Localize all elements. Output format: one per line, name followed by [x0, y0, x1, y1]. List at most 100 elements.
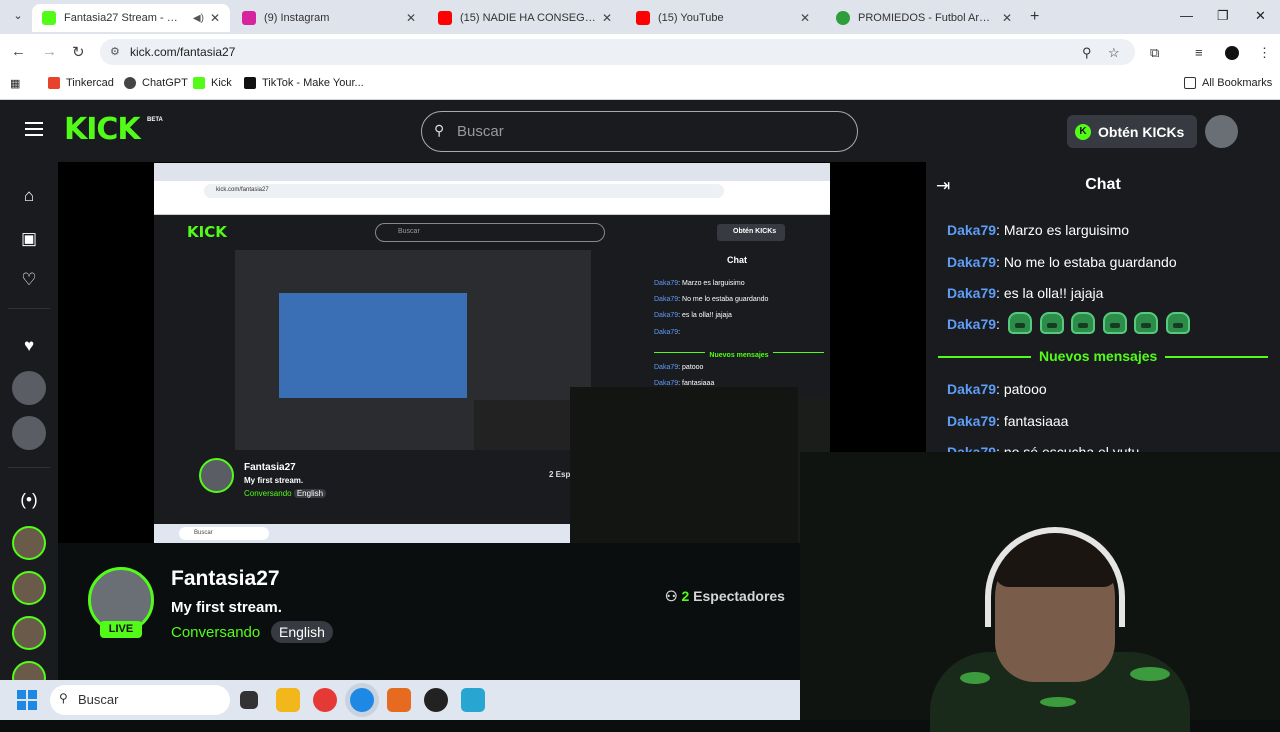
close-tab-icon[interactable]: ✕ — [1002, 11, 1012, 25]
nested-kicks-button: Obtén KICKs — [717, 224, 785, 241]
obs-icon[interactable] — [424, 688, 448, 712]
bookmark-tiktok[interactable]: TikTok - Make Your... — [244, 77, 364, 89]
webcam-overlay — [800, 452, 1280, 732]
chat-username[interactable]: Daka79 — [947, 285, 996, 301]
restore-icon[interactable]: ❐ — [1217, 8, 1229, 24]
tab-instagram[interactable]: (9) Instagram ✕ — [232, 4, 426, 32]
extensions-icon[interactable]: ⧉ — [1150, 45, 1159, 61]
zoom-icon[interactable]: ⚲ — [1082, 45, 1092, 61]
edge-icon[interactable] — [350, 688, 374, 712]
get-kicks-button[interactable]: K Obtén KICKs — [1067, 115, 1197, 148]
media-icon[interactable]: ≡ — [1195, 45, 1203, 60]
followed-channel-avatar[interactable] — [12, 416, 46, 450]
bookmark-kick[interactable]: Kick — [193, 77, 232, 89]
close-tab-icon[interactable]: ✕ — [406, 11, 416, 25]
tinkercad-icon — [48, 77, 60, 89]
tab-promiedos[interactable]: PROMIEDOS - Futbol Argentino ✕ — [826, 4, 1022, 32]
taskbar-search-label: Buscar — [78, 692, 119, 707]
tab-search-icon[interactable]: ⌄ — [9, 9, 27, 25]
followed-heart-icon[interactable]: ♥ — [19, 336, 39, 356]
nested-webcam — [474, 400, 574, 450]
tab-title: (9) Instagram — [264, 12, 330, 24]
all-bookmarks[interactable]: All Bookmarks — [1184, 77, 1272, 89]
chat-username[interactable]: Daka79 — [947, 316, 996, 332]
task-view-icon[interactable] — [240, 691, 258, 709]
kick-icon — [193, 77, 205, 89]
language-tag[interactable]: English — [271, 621, 333, 643]
new-messages-label[interactable]: Nuevos mensajes — [1031, 348, 1166, 364]
followed-channel-avatar[interactable] — [12, 371, 46, 405]
store-icon[interactable] — [387, 688, 411, 712]
chat-message: Daka79: patooo — [947, 381, 1047, 397]
chat-username[interactable]: Daka79 — [947, 222, 996, 238]
minimize-icon[interactable]: — — [1180, 8, 1193, 23]
url-text: kick.com/fantasia27 — [130, 45, 236, 59]
close-window-icon[interactable]: ✕ — [1255, 8, 1266, 24]
profile-icon[interactable] — [1225, 46, 1239, 60]
tab-youtube[interactable]: (15) YouTube ✕ — [626, 4, 820, 32]
all-bookmarks-label: All Bookmarks — [1202, 77, 1273, 89]
menu-icon[interactable]: ⋮ — [1258, 45, 1271, 61]
search-icon: ⚲ — [434, 122, 445, 138]
chat-username[interactable]: Daka79 — [947, 381, 996, 397]
bookmark-chatgpt[interactable]: ChatGPT — [124, 77, 188, 89]
reload-icon[interactable]: ↻ — [72, 43, 85, 61]
back-icon[interactable]: ← — [11, 43, 26, 60]
nested-search: Buscar — [375, 223, 605, 242]
tab-kick[interactable]: Fantasia27 Stream - Watch ◀) ✕ — [32, 4, 230, 32]
new-tab-icon[interactable]: + — [1030, 8, 1039, 26]
beta-label: BETA — [147, 117, 163, 123]
user-avatar[interactable] — [1205, 115, 1238, 148]
channel-name[interactable]: Fantasia27 — [171, 567, 280, 591]
stream-category[interactable]: Conversando — [171, 624, 260, 641]
bookmark-tinkercad[interactable]: Tinkercad — [48, 77, 114, 89]
viewer-count: ⚇ 2 Espectadores — [665, 588, 785, 605]
apps-icon[interactable]: ▦ — [10, 77, 20, 90]
close-tab-icon[interactable]: ✕ — [800, 11, 810, 25]
kick-logo[interactable]: KICK — [64, 112, 141, 147]
recommended-channel-avatar[interactable] — [12, 526, 46, 560]
recommended-channel-avatar[interactable] — [12, 616, 46, 650]
chat-message: Daka79: no sé escucha el yutu — [947, 444, 1139, 452]
bookmark-label: ChatGPT — [142, 77, 188, 89]
forward-icon[interactable]: → — [42, 43, 57, 60]
app-icon[interactable] — [461, 688, 485, 712]
speaker-icon[interactable]: ◀) — [193, 13, 204, 24]
following-heart-icon[interactable]: ♡ — [19, 270, 39, 290]
kicks-icon: K — [1075, 123, 1091, 140]
nested-channel-info: Fantasia27 My first stream. Conversando … — [199, 458, 608, 518]
chat-username[interactable]: Daka79 — [947, 413, 996, 429]
nested-chat-message: Daka79: fantasiaaa — [654, 380, 715, 387]
emote-row — [1008, 312, 1197, 334]
webcam-overlay-small — [570, 387, 798, 543]
browse-icon[interactable]: ▣ — [19, 229, 39, 249]
windows-start-icon[interactable] — [17, 690, 37, 710]
recommended-channel-avatar[interactable] — [12, 571, 46, 605]
emote-icon — [1008, 312, 1032, 334]
taskbar-search[interactable]: ⚲ Buscar — [50, 685, 230, 715]
url-field[interactable]: ⚙ kick.com/fantasia27 — [100, 39, 1135, 65]
emote-icon — [1071, 312, 1095, 334]
hamburger-menu-icon[interactable] — [25, 122, 43, 136]
chat-message: Daka79: Marzo es larguisimo — [947, 222, 1129, 238]
chat-message: Daka79: es la olla!! jajaja — [947, 285, 1103, 301]
viewers-icon: ⚇ — [665, 588, 678, 604]
site-info-icon[interactable]: ⚙ — [110, 45, 120, 58]
youtube-favicon-icon — [438, 11, 452, 25]
nested-tab-strip — [154, 163, 830, 181]
tab-youtube-video[interactable]: (15) NADIE HA CONSEGUIDO E ✕ — [428, 4, 622, 32]
nested-address-bar: kick.com/fantasia27 — [154, 181, 830, 201]
nested-chat-message: Daka79: Marzo es larguisimo — [654, 280, 745, 287]
bookmark-star-icon[interactable]: ☆ — [1108, 45, 1120, 61]
live-channels-icon[interactable]: (•) — [19, 490, 39, 510]
search-input[interactable]: ⚲ Buscar — [421, 111, 858, 152]
tab-title: PROMIEDOS - Futbol Argentino — [858, 12, 996, 24]
close-tab-icon[interactable]: ✕ — [602, 11, 612, 25]
home-icon[interactable]: ⌂ — [19, 186, 39, 206]
chrome-icon[interactable] — [313, 688, 337, 712]
nested-taskbar-search: Buscar — [179, 527, 269, 540]
file-explorer-icon[interactable] — [276, 688, 300, 712]
chat-username[interactable]: Daka79 — [947, 444, 996, 452]
close-tab-icon[interactable]: ✕ — [210, 11, 220, 25]
chat-username[interactable]: Daka79 — [947, 254, 996, 270]
